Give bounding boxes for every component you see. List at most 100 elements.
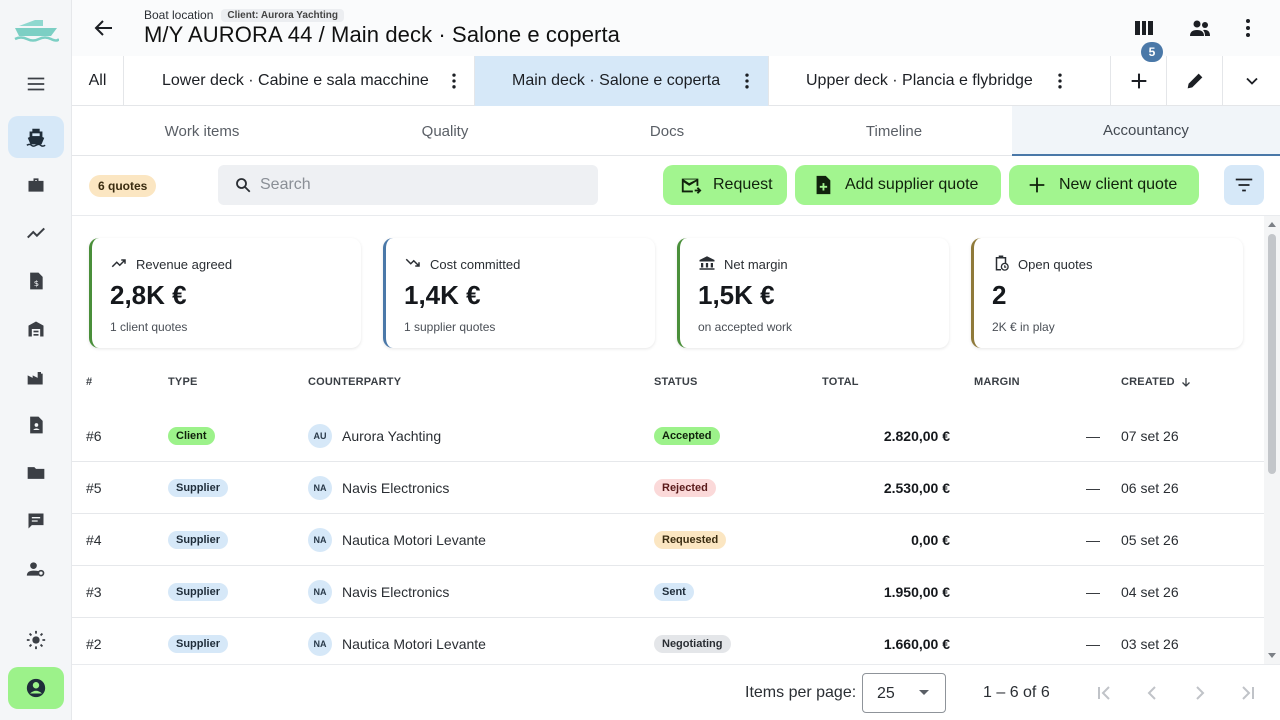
tab-timeline[interactable]: Timeline — [776, 106, 1012, 156]
add-deck-button[interactable] — [1110, 56, 1166, 106]
avatar: NA — [308, 528, 332, 552]
row-margin: — — [1086, 480, 1100, 496]
add-supplier-quote-button[interactable]: Add supplier quote — [795, 165, 1001, 205]
more-vert-icon[interactable] — [737, 71, 757, 91]
sidebar-item-boats[interactable] — [8, 116, 64, 158]
row-margin: — — [1086, 532, 1100, 548]
add-supplier-quote-label: Add supplier quote — [845, 176, 979, 193]
col-type[interactable]: TYPE — [168, 376, 198, 388]
table-row[interactable]: #3 Supplier NA Navis Electronics Sent 1.9… — [72, 566, 1264, 618]
menu-icon[interactable] — [8, 63, 64, 105]
kpi-card-margin: Net margin 1,5K € on accepted work — [677, 238, 949, 348]
tab-work-items[interactable]: Work items — [72, 106, 332, 156]
sidebar-item-messages[interactable] — [8, 500, 64, 542]
kpi-card-revenue: Revenue agreed 2,8K € 1 client quotes — [89, 238, 361, 348]
prev-page-icon[interactable] — [1140, 681, 1164, 705]
col-status[interactable]: STATUS — [654, 376, 698, 388]
tab-accountancy[interactable]: Accountancy — [1012, 106, 1280, 156]
col-margin[interactable]: MARGIN — [974, 376, 1020, 388]
counterparty-name: Nautica Motori Levante — [342, 532, 486, 548]
first-page-icon[interactable] — [1092, 681, 1116, 705]
kpi-title: Revenue agreed — [136, 257, 233, 272]
plus-icon — [1128, 70, 1150, 92]
deck-tab-main[interactable]: Main deck · Salone e coperta — [475, 56, 769, 106]
counterparty-name: Aurora Yachting — [342, 428, 442, 444]
row-created: 03 set 26 — [1121, 636, 1179, 652]
table-row[interactable]: #5 Supplier NA Navis Electronics Rejected… — [72, 462, 1264, 514]
user-settings-icon — [26, 559, 46, 579]
sidebar-item-user-settings[interactable] — [8, 548, 64, 590]
columns-view-icon[interactable] — [1132, 16, 1156, 40]
row-total: 0,00 € — [911, 532, 950, 548]
scrollbar-thumb[interactable] — [1268, 234, 1276, 474]
col-total[interactable]: TOTAL — [822, 376, 859, 388]
table-row[interactable]: #4 Supplier NA Nautica Motori Levante Req… — [72, 514, 1264, 566]
file-plus-icon — [812, 174, 834, 196]
more-vert-icon[interactable] — [1236, 16, 1260, 40]
search-field[interactable] — [218, 165, 598, 205]
col-counterparty[interactable]: COUNTERPARTY — [308, 376, 401, 388]
expand-decks-button[interactable] — [1222, 56, 1280, 106]
row-created: 07 set 26 — [1121, 428, 1179, 444]
row-total: 2.820,00 € — [883, 428, 950, 444]
back-arrow-icon[interactable] — [92, 16, 116, 40]
section-tabs: Work items Quality Docs Timeline Account… — [72, 106, 1280, 156]
breadcrumb: Boat location Client: Aurora Yachting — [144, 8, 344, 22]
type-badge: Client — [168, 427, 215, 445]
type-badge: Supplier — [168, 479, 229, 497]
tab-docs[interactable]: Docs — [558, 106, 776, 156]
trending-icon — [25, 222, 47, 244]
kpi-value: 2 — [992, 280, 1007, 310]
sidebar-item-suppliers[interactable] — [8, 356, 64, 398]
chevron-down-icon — [1242, 71, 1262, 91]
edit-deck-button[interactable] — [1166, 56, 1222, 106]
sidebar-item-files[interactable] — [8, 452, 64, 494]
status-badge: Accepted — [654, 427, 720, 445]
kpi-subtitle: on accepted work — [698, 320, 793, 334]
new-client-quote-label: New client quote — [1059, 176, 1178, 193]
scrollbar[interactable] — [1264, 216, 1280, 664]
ship-logo-icon[interactable] — [13, 16, 59, 44]
scroll-up-icon[interactable] — [1268, 221, 1276, 229]
kpi-title: Open quotes — [1018, 257, 1093, 272]
profile-button[interactable] — [8, 667, 64, 709]
row-total: 2.530,00 € — [883, 480, 950, 496]
filter-button[interactable] — [1224, 165, 1264, 205]
sidebar-item-contacts[interactable] — [8, 404, 64, 446]
more-vert-icon[interactable] — [1050, 71, 1070, 91]
col-created[interactable]: CREATED — [1121, 376, 1192, 388]
theme-icon — [25, 629, 47, 651]
col-num[interactable]: # — [86, 376, 92, 388]
contact-doc-icon — [26, 415, 46, 435]
deck-tab-label: Lower deck · Cabine e sala macchine — [162, 72, 429, 89]
request-label: Request — [713, 176, 773, 193]
deck-tab-upper[interactable]: Upper deck · Plancia e flybridge — [769, 56, 1109, 106]
sidebar-item-warehouse[interactable] — [8, 308, 64, 350]
request-button[interactable]: Request — [663, 165, 787, 205]
search-input[interactable] — [260, 165, 590, 205]
row-total: 1.950,00 € — [883, 584, 950, 600]
status-badge: Rejected — [654, 479, 716, 497]
deck-tab-lower[interactable]: Lower deck · Cabine e sala macchine — [124, 56, 475, 106]
people-icon[interactable] — [1188, 16, 1212, 40]
last-page-icon[interactable] — [1236, 681, 1260, 705]
deck-tab-label: Main deck · Salone e coperta — [512, 72, 721, 89]
trending-down-icon — [404, 254, 422, 272]
sidebar-item-analytics[interactable] — [8, 212, 64, 254]
sidebar-item-invoices[interactable]: $ — [8, 260, 64, 302]
next-page-icon[interactable] — [1188, 681, 1212, 705]
scroll-down-icon[interactable] — [1268, 651, 1276, 659]
table-row[interactable]: #2 Supplier NA Nautica Motori Levante Neg… — [72, 618, 1264, 664]
items-per-page-select[interactable]: 25 — [862, 673, 946, 713]
row-created: 04 set 26 — [1121, 584, 1179, 600]
deck-tab-all[interactable]: All — [72, 56, 124, 106]
tab-quality[interactable]: Quality — [332, 106, 558, 156]
new-client-quote-button[interactable]: New client quote — [1009, 165, 1199, 205]
theme-toggle[interactable] — [8, 619, 64, 661]
sidebar-item-jobs[interactable] — [8, 164, 64, 206]
table-row[interactable]: #6 Client AU Aurora Yachting Accepted 2.8… — [72, 410, 1264, 462]
more-vert-icon[interactable] — [444, 71, 464, 91]
type-badge: Supplier — [168, 635, 229, 653]
client-chip[interactable]: Client: Aurora Yachting — [221, 8, 344, 22]
trending-up-icon — [110, 254, 128, 272]
